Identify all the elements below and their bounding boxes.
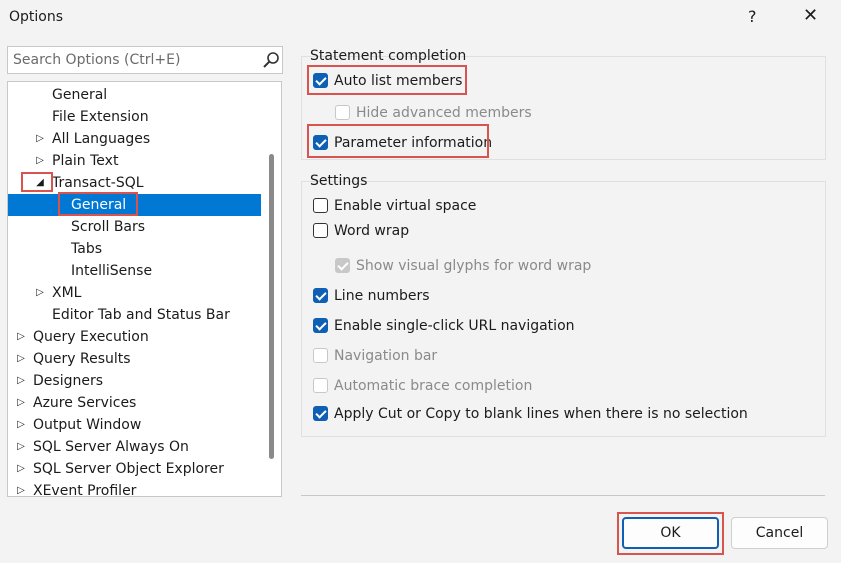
tree-item-query-results[interactable]: ▷ Query Results — [8, 348, 261, 370]
tree-item-scroll-bars[interactable]: Scroll Bars — [8, 216, 261, 238]
tree-item-label: XEvent Profiler — [33, 483, 137, 497]
tree-item-label: All Languages — [52, 131, 151, 147]
expand-arrow-icon[interactable]: ▷ — [15, 414, 27, 436]
tree-item-query-execution[interactable]: ▷ Query Execution — [8, 326, 261, 348]
collapse-arrow-icon[interactable]: ◢ — [34, 172, 46, 194]
tree-item-output-window[interactable]: ▷ Output Window — [8, 414, 261, 436]
expand-arrow-icon[interactable]: ▷ — [15, 326, 27, 348]
checkbox-label: Line numbers — [334, 288, 430, 304]
expand-arrow-icon[interactable]: ▷ — [15, 458, 27, 480]
tree-item-label: Azure Services — [33, 395, 137, 411]
search-box[interactable] — [7, 46, 283, 74]
checkbox-label: Enable virtual space — [334, 198, 477, 214]
checkbox-label: Parameter information — [334, 135, 493, 151]
expand-arrow-icon[interactable]: ▷ — [15, 348, 27, 370]
checkbox-box — [313, 378, 328, 393]
tree-item-label: SQL Server Always On — [33, 439, 189, 455]
tree-item-general[interactable]: General — [8, 84, 261, 106]
group-title: Settings — [310, 173, 368, 189]
tree-item-label: Query Execution — [33, 329, 149, 345]
tree-item-tabs[interactable]: Tabs — [8, 238, 261, 260]
expand-arrow-icon[interactable]: ▷ — [34, 128, 46, 150]
help-icon[interactable]: ? — [748, 7, 757, 26]
checkbox-box[interactable] — [313, 288, 328, 303]
tree-item-designers[interactable]: ▷ Designers — [8, 370, 261, 392]
checkbox-box[interactable] — [313, 406, 328, 421]
tree-item-label: Query Results — [33, 351, 131, 367]
tree-item-label: XML — [52, 285, 82, 301]
separator — [301, 495, 825, 496]
title-bar: Options ? ✕ — [0, 0, 841, 36]
search-input[interactable] — [8, 47, 261, 73]
group-title: Statement completion — [310, 48, 467, 64]
cancel-button[interactable]: Cancel — [731, 517, 828, 549]
tree-item-label: Transact-SQL — [52, 175, 144, 191]
tree-item-sql-always-on[interactable]: ▷ SQL Server Always On — [8, 436, 261, 458]
checkbox-box — [313, 348, 328, 363]
window-title: Options — [9, 9, 64, 25]
tree-item-label: File Extension — [52, 109, 149, 125]
tree-item-tsql-general[interactable]: General — [8, 194, 261, 216]
checkbox-box[interactable] — [313, 223, 328, 238]
tree-item-label: Tabs — [71, 241, 102, 257]
checkbox-label: Navigation bar — [334, 348, 438, 364]
tree-item-file-extension[interactable]: File Extension — [8, 106, 261, 128]
checkbox-box[interactable] — [313, 135, 328, 150]
options-tree[interactable]: General File Extension ▷ All Languages ▷… — [7, 81, 282, 497]
search-icon[interactable] — [262, 51, 280, 69]
tree-item-xevent-profiler[interactable]: ▷ XEvent Profiler — [8, 480, 261, 497]
checkbox-label: Hide advanced members — [356, 105, 532, 121]
checkbox-box[interactable] — [313, 318, 328, 333]
expand-arrow-icon[interactable]: ▷ — [15, 436, 27, 458]
checkbox-box[interactable] — [313, 198, 328, 213]
settings-group — [301, 181, 826, 437]
checkbox-box — [335, 105, 350, 120]
tree-item-editor-tab[interactable]: Editor Tab and Status Bar — [8, 304, 261, 326]
ok-button[interactable]: OK — [622, 517, 719, 549]
tree-scrollbar[interactable] — [269, 154, 274, 459]
expand-arrow-icon[interactable]: ▷ — [34, 150, 46, 172]
checkbox-label: Auto list members — [334, 73, 463, 89]
tree-item-label: Editor Tab and Status Bar — [52, 307, 230, 323]
tree-item-xml[interactable]: ▷ XML — [8, 282, 261, 304]
tree-item-label: General — [71, 197, 127, 213]
tree-item-sql-object-explorer[interactable]: ▷ SQL Server Object Explorer — [8, 458, 261, 480]
tree-item-plain-text[interactable]: ▷ Plain Text — [8, 150, 261, 172]
checkbox-label: Enable single-click URL navigation — [334, 318, 575, 334]
tree-item-all-languages[interactable]: ▷ All Languages — [8, 128, 261, 150]
tree-item-label: SQL Server Object Explorer — [33, 461, 224, 477]
checkbox-box[interactable] — [313, 73, 328, 88]
tree-item-label: General — [52, 87, 108, 103]
tree-item-intellisense[interactable]: IntelliSense — [8, 260, 261, 282]
expand-arrow-icon[interactable]: ▷ — [15, 392, 27, 414]
checkbox-label: Show visual glyphs for word wrap — [356, 258, 592, 274]
close-icon[interactable]: ✕ — [803, 5, 818, 26]
tree-item-label: Plain Text — [52, 153, 119, 169]
tree-item-transact-sql[interactable]: ◢ Transact-SQL — [8, 172, 261, 194]
checkbox-label: Word wrap — [334, 223, 410, 239]
tree-item-azure-services[interactable]: ▷ Azure Services — [8, 392, 261, 414]
checkbox-label: Automatic brace completion — [334, 378, 533, 394]
expand-arrow-icon[interactable]: ▷ — [15, 480, 27, 496]
tree-item-label: IntelliSense — [71, 263, 153, 279]
tree-item-label: Scroll Bars — [71, 219, 146, 235]
tree-item-label: Designers — [33, 373, 103, 389]
tree-item-label: Output Window — [33, 417, 142, 433]
checkbox-box — [335, 258, 350, 273]
expand-arrow-icon[interactable]: ▷ — [34, 282, 46, 304]
checkbox-label: Apply Cut or Copy to blank lines when th… — [334, 406, 748, 422]
expand-arrow-icon[interactable]: ▷ — [15, 370, 27, 392]
